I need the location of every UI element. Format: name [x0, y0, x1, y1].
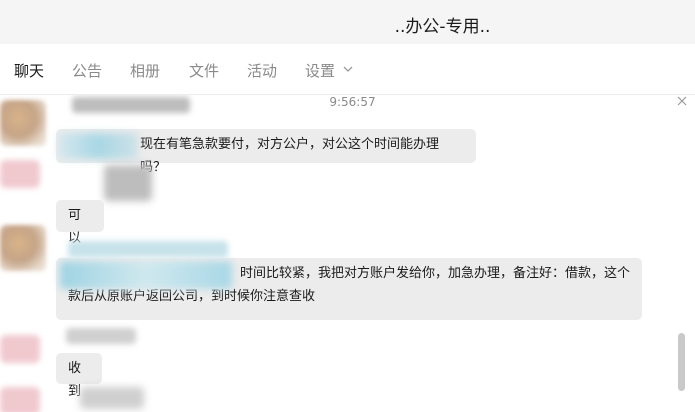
chevron-down-icon[interactable] [343, 64, 353, 74]
obscured-content [58, 133, 138, 159]
tab-announcements[interactable]: 公告 [72, 60, 102, 81]
message-bubble[interactable]: 收到 [56, 353, 102, 399]
obscured-content [104, 165, 152, 201]
tab-settings[interactable]: 设置 [305, 60, 335, 81]
scrollbar-thumb[interactable] [678, 333, 685, 391]
tab-activities[interactable]: 活动 [247, 60, 277, 81]
message-bubble[interactable]: 可以 [56, 200, 104, 246]
window-title: ..办公-专用.. [394, 17, 491, 37]
avatar[interactable] [0, 100, 46, 146]
close-icon[interactable] [676, 95, 688, 107]
obscured-content [80, 387, 144, 409]
avatar [0, 160, 40, 188]
sender-name-obscured [72, 97, 190, 113]
avatar[interactable] [0, 225, 46, 271]
tab-bar: 聊天 公告 相册 文件 活动 设置 [0, 44, 695, 122]
tab-files[interactable]: 文件 [189, 60, 219, 81]
obscured-content [60, 261, 232, 289]
message-text: 现在有笔急款要付，对方公户，对公这个时间能办理吗？ [140, 137, 440, 175]
avatar [0, 335, 40, 363]
sender-name-obscured [68, 241, 228, 257]
sender-name-obscured [66, 328, 136, 344]
tab-album[interactable]: 相册 [130, 60, 160, 81]
title-bar: ..办公-专用.. [0, 0, 695, 45]
tab-chat[interactable]: 聊天 [14, 60, 44, 81]
avatar [0, 387, 40, 412]
chat-area: 9:56:57 现在有笔急款要付，对方公户，对公这个时间能办理吗？ 可以 时间比… [0, 95, 695, 412]
